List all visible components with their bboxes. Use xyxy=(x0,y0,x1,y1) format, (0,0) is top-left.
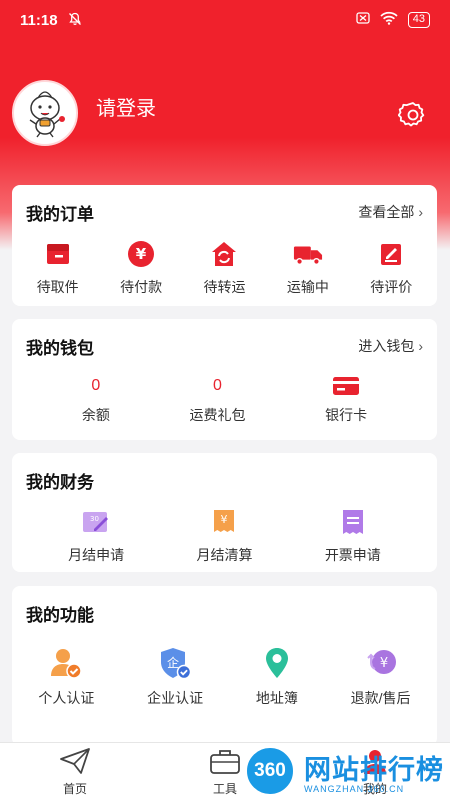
view-all-label: 查看全部 xyxy=(358,204,415,220)
monthly-apply-item[interactable]: 30 月结申请 xyxy=(68,507,124,565)
mascot-icon xyxy=(29,91,65,138)
freight-package-label: 运费礼包 xyxy=(189,407,246,423)
functions-header: 我的功能 xyxy=(12,586,437,640)
edit-note-icon xyxy=(376,239,406,269)
balance-value: 0 xyxy=(91,377,101,394)
location-pin-icon xyxy=(260,646,294,680)
toolbox-icon xyxy=(209,747,241,778)
status-time: 11:18 xyxy=(20,11,58,29)
functions-card: 我的功能 个人认证 企 企业认证 地址簿 ¥ 退款/售后 xyxy=(12,586,437,746)
tab-tools-label: 工具 xyxy=(212,781,237,796)
order-item-label: 待评价 xyxy=(370,279,413,295)
finance-card: 我的财务 30 月结申请 ¥ 月结清算 开票申请 xyxy=(12,453,437,572)
refund-badge: ¥ xyxy=(379,656,387,671)
wallet-title: 我的钱包 xyxy=(26,338,94,358)
personal-verify-label: 个人认证 xyxy=(38,690,95,706)
chevron-right-icon: › xyxy=(418,338,423,354)
tab-home-label: 首页 xyxy=(62,781,87,796)
wallet-freight-package[interactable]: 0 运费礼包 xyxy=(189,373,245,425)
bank-card-icon xyxy=(331,373,361,399)
order-item-label: 待转运 xyxy=(203,279,246,295)
truck-icon xyxy=(293,239,323,269)
order-item-pending-payment[interactable]: ¥ 待付款 xyxy=(120,239,162,297)
order-item-pending-transfer[interactable]: 待转运 xyxy=(203,239,245,297)
monthly-settle-item[interactable]: ¥ 月结清算 xyxy=(196,507,252,565)
enterprise-verify-label: 企业认证 xyxy=(147,690,204,706)
gear-icon[interactable] xyxy=(397,100,428,135)
wallet-card: 我的钱包 进入钱包 › 0 余额 0 运费礼包 银行卡 xyxy=(12,319,437,440)
monthly-apply-icon: 30 xyxy=(81,507,111,537)
balance-label: 余额 xyxy=(81,407,110,423)
avatar[interactable] xyxy=(12,80,78,146)
address-book-item[interactable]: 地址簿 xyxy=(256,646,298,708)
functions-title: 我的功能 xyxy=(26,605,94,625)
enterprise-verify-badge: 企 xyxy=(167,655,179,670)
bell-muted-icon xyxy=(68,12,82,29)
personal-verify-item[interactable]: 个人认证 xyxy=(38,646,94,708)
monthly-apply-label: 月结申请 xyxy=(68,547,125,563)
order-item-label: 待付款 xyxy=(120,279,163,295)
battery-indicator: 43 xyxy=(407,12,430,28)
status-bar: 11:18 43 xyxy=(0,0,450,40)
order-item-label: 运输中 xyxy=(286,279,329,295)
status-icons: 43 xyxy=(356,11,430,29)
wifi-icon xyxy=(380,11,398,29)
wallet-bank-card[interactable]: 银行卡 xyxy=(325,373,367,425)
finance-title: 我的财务 xyxy=(26,472,94,492)
watermark-text: 网站排行榜 xyxy=(304,755,444,785)
personal-verify-icon xyxy=(49,646,83,680)
wallet-header: 我的钱包 进入钱包 › xyxy=(12,319,437,373)
order-item-label: 待取件 xyxy=(36,279,79,295)
watermark-logo: 360 xyxy=(244,745,296,797)
order-item-pending-pickup[interactable]: 待取件 xyxy=(37,239,79,297)
refund-label: 退款/售后 xyxy=(350,690,411,706)
send-plane-icon xyxy=(59,747,91,778)
monthly-settle-icon: ¥ xyxy=(209,507,239,537)
monthly-apply-badge: 30 xyxy=(90,515,99,523)
finance-header: 我的财务 xyxy=(12,453,437,507)
tab-tools[interactable]: 工具 xyxy=(209,747,241,797)
order-item-pending-review[interactable]: 待评价 xyxy=(370,239,412,297)
svg-text:¥: ¥ xyxy=(136,245,147,263)
tab-home[interactable]: 首页 xyxy=(59,747,91,797)
finance-row: 30 月结申请 ¥ 月结清算 开票申请 xyxy=(12,507,437,565)
orders-title: 我的订单 xyxy=(26,204,94,224)
house-transfer-icon xyxy=(209,239,239,269)
refund-item[interactable]: ¥ 退款/售后 xyxy=(351,646,411,708)
monthly-settle-label: 月结清算 xyxy=(196,547,253,563)
bank-card-label: 银行卡 xyxy=(325,407,368,423)
monthly-settle-badge: ¥ xyxy=(221,513,228,526)
view-all-orders-link[interactable]: 查看全部 › xyxy=(358,202,423,222)
orders-card: 我的订单 查看全部 › 待取件 ¥ 待付款 待转运 运输中 待评价 xyxy=(12,185,437,306)
orders-row: 待取件 ¥ 待付款 待转运 运输中 待评价 xyxy=(12,239,437,297)
invoice-icon xyxy=(338,507,368,537)
enterprise-verify-icon: 企 xyxy=(158,646,192,680)
enter-wallet-label: 进入钱包 xyxy=(358,338,415,354)
chevron-right-icon: › xyxy=(418,204,423,220)
address-book-label: 地址簿 xyxy=(255,690,298,706)
login-link[interactable]: 请登录 xyxy=(96,92,156,121)
invoice-apply-item[interactable]: 开票申请 xyxy=(325,507,381,565)
watermark-overlay: 360 网站排行榜 WANGZHAN.360.CN xyxy=(240,742,450,800)
invoice-apply-label: 开票申请 xyxy=(324,547,381,563)
sim-icon xyxy=(356,11,370,29)
enterprise-verify-item[interactable]: 企 企业认证 xyxy=(147,646,203,708)
wallet-balance[interactable]: 0 余额 xyxy=(82,373,110,425)
watermark-subtext: WANGZHAN.360.CN xyxy=(304,784,405,794)
order-item-in-transit[interactable]: 运输中 xyxy=(287,239,329,297)
box-icon xyxy=(43,239,73,269)
orders-header: 我的订单 查看全部 › xyxy=(12,185,437,239)
refund-icon: ¥ xyxy=(364,646,398,680)
freight-package-value: 0 xyxy=(213,377,222,394)
profile-area[interactable]: 请登录 xyxy=(12,80,156,146)
functions-row: 个人认证 企 企业认证 地址簿 ¥ 退款/售后 xyxy=(12,640,437,708)
wallet-row: 0 余额 0 运费礼包 银行卡 xyxy=(12,373,437,425)
yen-coin-icon: ¥ xyxy=(126,239,156,269)
enter-wallet-link[interactable]: 进入钱包 › xyxy=(358,336,423,356)
